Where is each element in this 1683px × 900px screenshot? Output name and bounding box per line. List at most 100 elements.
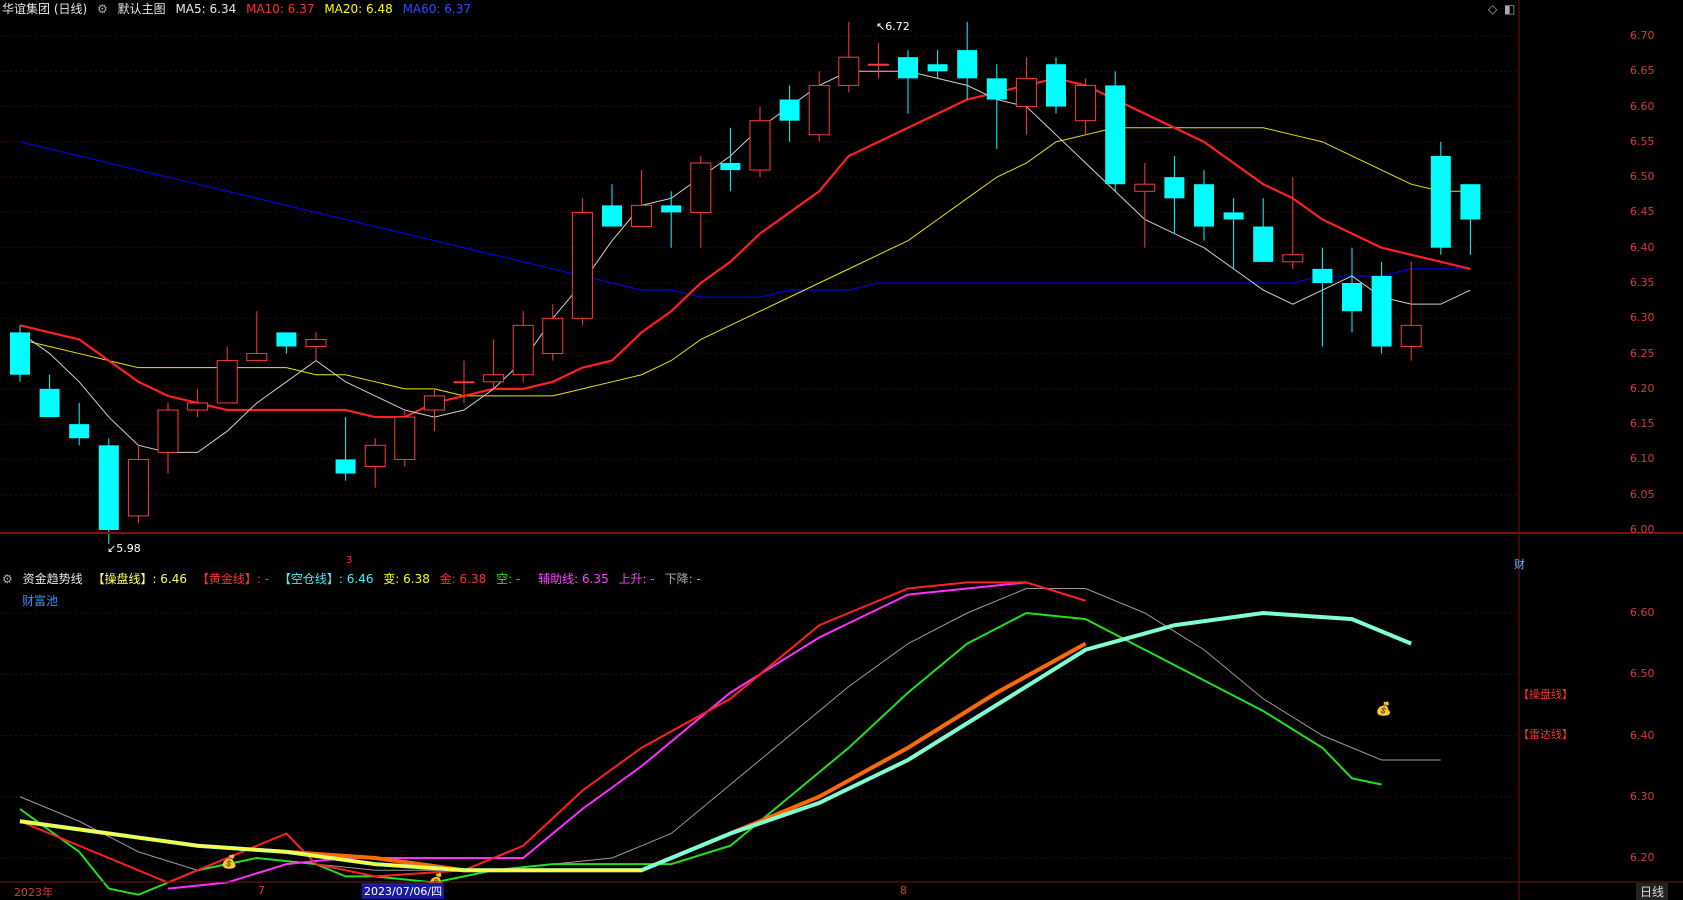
candle-body bbox=[364, 444, 386, 467]
shangsheng-value: 上升: - bbox=[618, 572, 655, 586]
candle-body bbox=[216, 360, 238, 404]
ma60-line bbox=[19, 141, 1471, 298]
jin-value: 金: 6.38 bbox=[439, 572, 487, 586]
price-tick: 6.00 bbox=[1630, 523, 1655, 536]
candle-body bbox=[808, 84, 830, 136]
caifuchi-label[interactable]: 财富池 bbox=[22, 592, 58, 609]
price-tick: 6.65 bbox=[1630, 64, 1655, 78]
candle-body bbox=[986, 78, 1007, 100]
x-axis-month-8: 8 bbox=[900, 884, 907, 897]
price-tick: 6.20 bbox=[1630, 381, 1655, 395]
caopan-tag: 【操盘线】 bbox=[1518, 688, 1573, 701]
candle-body bbox=[127, 458, 149, 517]
candle-body bbox=[720, 163, 741, 171]
price-tick: 6.70 bbox=[1630, 29, 1655, 42]
candle-body bbox=[602, 205, 622, 227]
candle-body bbox=[1194, 184, 1214, 227]
kong-value: 空: - bbox=[496, 572, 521, 586]
red-line bbox=[19, 581, 1086, 884]
high-marker: ↖6.72 bbox=[876, 20, 910, 33]
candle-body bbox=[690, 162, 712, 213]
candle-body bbox=[276, 332, 297, 347]
candle-body bbox=[305, 338, 327, 348]
candle-body bbox=[246, 353, 268, 362]
price-tick: 6.60 bbox=[1630, 99, 1655, 113]
candle-body bbox=[867, 63, 889, 66]
price-tick: 6.50 bbox=[1630, 170, 1655, 184]
candle-body bbox=[1046, 64, 1066, 107]
candle-body bbox=[423, 395, 445, 411]
price-tick: 6.10 bbox=[1630, 452, 1655, 466]
bian-value: 变: 6.38 bbox=[383, 572, 430, 586]
xiajiang-value: 下降: - bbox=[664, 572, 701, 586]
ma20-line bbox=[19, 127, 1471, 397]
sub-tick: 6.20 bbox=[1630, 851, 1655, 864]
price-tick: 6.55 bbox=[1630, 134, 1655, 148]
candle-body bbox=[394, 416, 416, 460]
caopan-line bbox=[19, 610, 1412, 873]
sub-chart-header: ⚙ 资金趋势线 【操盘线】: 6.46 【黄金线】: - 【空仓线】: 6.46… bbox=[2, 570, 707, 588]
sub-tick: 6.40 bbox=[1630, 728, 1655, 742]
candle-body bbox=[98, 445, 119, 530]
candle-body bbox=[1134, 183, 1156, 192]
candle-body bbox=[571, 211, 593, 319]
x-axis-cursor-date: 2023/07/06/四 bbox=[362, 883, 445, 899]
candle-body bbox=[10, 332, 30, 375]
price-tick: 6.15 bbox=[1630, 417, 1655, 431]
candle-body bbox=[898, 57, 918, 79]
price-tick: 6.30 bbox=[1630, 311, 1655, 325]
kongcang-value: 【空仓线】: 6.46 bbox=[278, 572, 374, 586]
price-tick: 6.05 bbox=[1630, 487, 1655, 501]
period-button[interactable]: 日线 bbox=[1636, 883, 1669, 900]
candlestick-chart[interactable]: 💰💰💰 bbox=[0, 0, 1683, 900]
x-axis-month-7: 7 bbox=[258, 884, 265, 897]
candle-body bbox=[1430, 155, 1451, 248]
sub-tick: 6.50 bbox=[1630, 667, 1655, 681]
candle-body bbox=[1371, 275, 1392, 347]
candle-body bbox=[453, 381, 475, 384]
price-tick: 6.40 bbox=[1630, 240, 1655, 254]
candle-body bbox=[39, 388, 60, 418]
candle-body bbox=[483, 374, 505, 383]
leida-tag: 【雷达线】 bbox=[1518, 728, 1573, 741]
gray-line bbox=[19, 588, 1441, 871]
candle-body bbox=[957, 50, 978, 79]
candle-body bbox=[1253, 226, 1274, 262]
huangjin-value: 【黄金线】: - bbox=[196, 572, 270, 586]
candle-body bbox=[1460, 184, 1481, 220]
candle-body bbox=[69, 424, 90, 439]
candle-body bbox=[838, 56, 860, 86]
candle-body bbox=[749, 120, 771, 171]
money-bag-icon: 💰 bbox=[1376, 701, 1392, 717]
event-marker[interactable]: 3 bbox=[346, 555, 352, 566]
sub-tick: 6.60 bbox=[1630, 606, 1655, 619]
price-tick: 6.35 bbox=[1630, 276, 1655, 289]
price-tick: 6.25 bbox=[1630, 346, 1655, 360]
price-tick: 6.45 bbox=[1630, 205, 1655, 219]
candle-body bbox=[335, 459, 356, 474]
candle-body bbox=[661, 205, 682, 213]
candle-body bbox=[1400, 324, 1422, 348]
sub-settings-icon[interactable]: ⚙ bbox=[2, 572, 13, 586]
candle-body bbox=[1164, 177, 1185, 199]
caopan-yellow-segment bbox=[19, 819, 642, 872]
candle-body bbox=[187, 402, 209, 411]
candle-body bbox=[631, 204, 653, 228]
candle-body bbox=[542, 317, 564, 355]
candle-body bbox=[1312, 268, 1333, 283]
fuzhu-value: 辅助线: 6.35 bbox=[538, 572, 609, 586]
sub-tick: 6.30 bbox=[1630, 789, 1655, 803]
candle-body bbox=[1105, 85, 1126, 185]
low-marker: ↙5.98 bbox=[107, 542, 141, 555]
x-axis-start: 2023年 bbox=[14, 886, 53, 899]
candle-body bbox=[779, 99, 800, 121]
candle-body bbox=[1342, 283, 1362, 312]
candle-body bbox=[1223, 212, 1244, 220]
cai-marker[interactable]: 财 bbox=[1514, 556, 1525, 572]
candle-body bbox=[512, 324, 534, 376]
indicator-name[interactable]: 资金趋势线 bbox=[23, 572, 83, 586]
candle-body bbox=[1075, 84, 1097, 122]
candle-body bbox=[1282, 254, 1304, 263]
caopan-value: 【操盘线】: 6.46 bbox=[92, 572, 188, 586]
green-line bbox=[19, 611, 1382, 896]
